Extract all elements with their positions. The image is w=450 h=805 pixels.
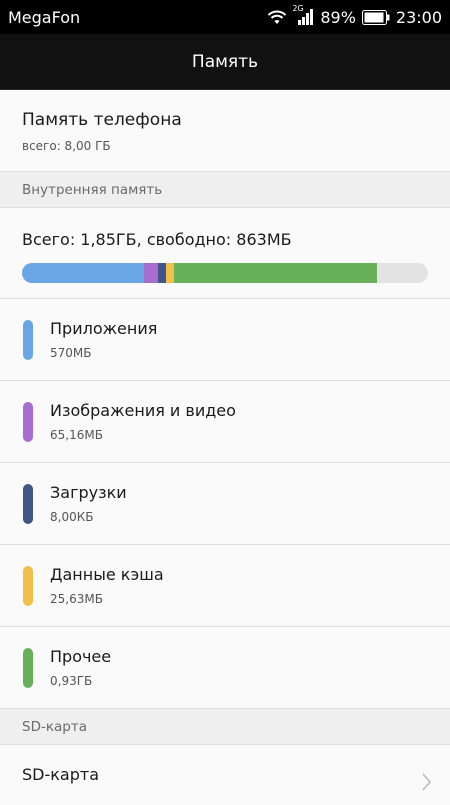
category-size: 25,63МБ	[50, 592, 103, 606]
sd-card-item[interactable]: SD-карта	[0, 745, 450, 805]
phone-memory-total: всего: 8,00 ГБ	[22, 139, 111, 153]
category-size: 65,16МБ	[50, 428, 103, 442]
status-bar: MegaFon 2G 89% 23:00	[0, 0, 450, 34]
internal-memory-header-label: Внутренняя память	[22, 181, 163, 198]
page-title: Память	[191, 51, 259, 72]
category-label: Данные кэша	[50, 565, 164, 584]
category-apps[interactable]: Приложения 570МБ	[0, 299, 450, 381]
category-cache[interactable]: Данные кэша 25,63МБ	[0, 545, 450, 627]
internal-memory-header: Внутренняя память	[0, 172, 450, 208]
usage-bar-segment	[166, 263, 175, 283]
battery-percent: 89%	[320, 7, 356, 27]
category-color-swatch	[23, 647, 33, 688]
sd-card-header-label: SD-карта	[22, 718, 87, 735]
category-label: Изображения и видео	[50, 401, 236, 420]
sd-card-header: SD-карта	[0, 709, 450, 745]
category-label: Загрузки	[50, 483, 127, 502]
sd-card-title: SD-карта	[22, 765, 99, 784]
status-icons: 2G 89% 23:00	[266, 4, 442, 27]
battery-icon	[361, 9, 390, 25]
category-color-swatch	[23, 319, 33, 360]
phone-memory-title: Память телефона	[22, 110, 182, 130]
category-downloads[interactable]: Загрузки 8,00КБ	[0, 463, 450, 545]
signal-icon: 2G	[292, 4, 314, 25]
category-other[interactable]: Прочее 0,93ГБ	[0, 627, 450, 709]
storage-usage-bar	[22, 263, 428, 283]
usage-bar-segment	[22, 263, 144, 283]
category-size: 570МБ	[50, 346, 92, 360]
usage-bar-segment	[143, 263, 158, 283]
category-label: Прочее	[50, 647, 112, 666]
storage-summary: Всего: 1,85ГБ, свободно: 863МБ	[0, 208, 450, 299]
category-size: 8,00КБ	[50, 510, 94, 524]
category-color-swatch	[23, 401, 33, 442]
wifi-icon	[266, 9, 288, 25]
category-images-video[interactable]: Изображения и видео 65,16МБ	[0, 381, 450, 463]
storage-summary-text: Всего: 1,85ГБ, свободно: 863МБ	[22, 230, 292, 249]
app-title-bar: Память	[0, 34, 450, 90]
usage-bar-segment	[174, 263, 378, 283]
carrier-name: MegaFon	[8, 7, 81, 27]
category-color-swatch	[23, 565, 33, 606]
category-size: 0,93ГБ	[50, 674, 93, 688]
network-type-label: 2G	[292, 4, 304, 13]
category-label: Приложения	[50, 319, 158, 338]
category-color-swatch	[23, 483, 33, 524]
usage-bar-segment	[158, 263, 167, 283]
clock: 23:00	[395, 7, 442, 27]
phone-memory-item[interactable]: Память телефона всего: 8,00 ГБ	[0, 90, 450, 172]
chevron-right-icon	[422, 773, 432, 795]
storage-category-list: Приложения 570МБ Изображения и видео 65,…	[0, 299, 450, 709]
